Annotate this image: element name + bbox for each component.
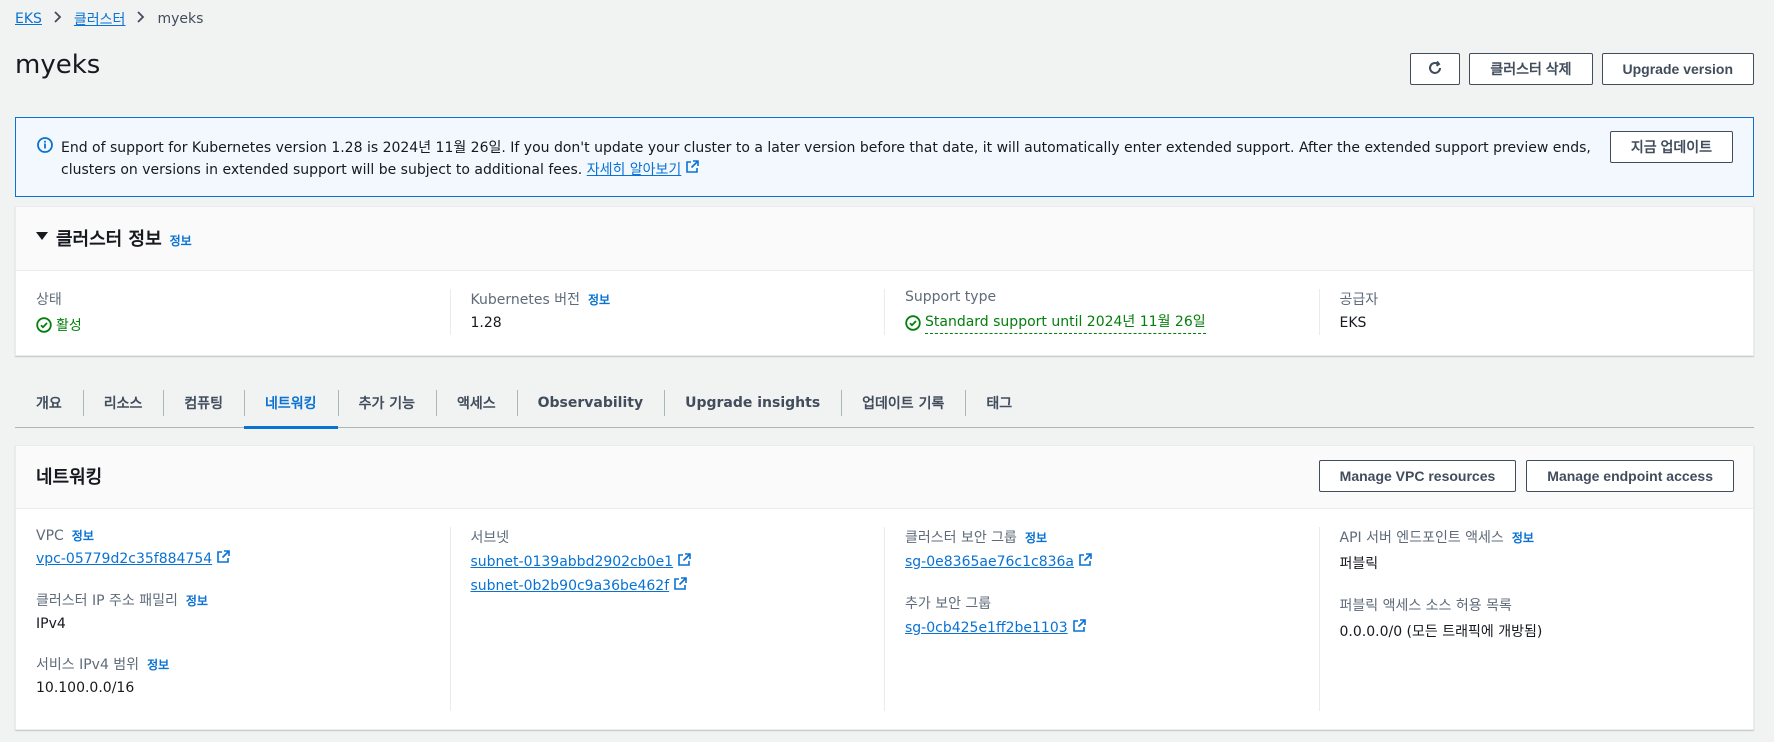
learn-more-link[interactable]: 자세히 알아보기 [587, 162, 682, 178]
service-range-info-link[interactable]: 정보 [147, 658, 169, 672]
service-range-label: 서비스 IPv4 범위 [36, 657, 140, 673]
status-label: 상태 [36, 292, 62, 308]
manage-vpc-button[interactable]: Manage VPC resources [1318, 460, 1517, 492]
tab-compute[interactable]: 컴퓨팅 [163, 378, 244, 428]
tab-overview[interactable]: 개요 [15, 378, 83, 428]
cluster-info-header[interactable]: 클러스터 정보 정보 [16, 207, 1753, 271]
support-type-label: Support type [905, 289, 997, 305]
cluster-sg-link[interactable]: sg-0e8365ae76c1c836a [905, 554, 1074, 570]
api-access-info-link[interactable]: 정보 [1512, 531, 1534, 545]
tab-tags[interactable]: 태그 [965, 378, 1033, 428]
cluster-info-title: 클러스터 정보 정보 [56, 229, 192, 250]
networking-panel: 네트워킹 Manage VPC resources Manage endpoin… [15, 445, 1754, 730]
external-link-icon [1078, 553, 1092, 571]
subnet-link[interactable]: subnet-0b2b90c9a36be462f [471, 578, 670, 594]
vpc-info-link[interactable]: 정보 [72, 529, 94, 543]
provider-value: EKS [1339, 315, 1367, 331]
vpc-link[interactable]: vpc-05779d2c35f884754 [36, 551, 212, 567]
header-actions: 클러스터 삭제 Upgrade version [1410, 53, 1754, 85]
networking-columns: VPC 정보 vpc-05779d2c35f884754 클러스터 IP 주소 패… [16, 527, 1753, 711]
ip-family-value: IPv4 [36, 616, 66, 632]
extra-sg-label: 추가 보안 그룹 [905, 596, 992, 612]
status-value: 활성 [36, 315, 82, 335]
alert-message: End of support for Kubernetes version 1.… [61, 140, 1591, 178]
networking-header: 네트워킹 Manage VPC resources Manage endpoin… [16, 446, 1753, 509]
tab-access[interactable]: 액세스 [435, 378, 517, 428]
tab-resources[interactable]: 리소스 [82, 378, 164, 428]
breadcrumb-current: myeks [157, 11, 204, 27]
ip-family-info-link[interactable]: 정보 [186, 594, 208, 608]
public-source-label: 퍼블릭 액세스 소스 허용 목록 [1339, 598, 1512, 614]
breadcrumb-eks[interactable]: EKS [15, 11, 42, 27]
support-alert: End of support for Kubernetes version 1.… [15, 117, 1754, 197]
tab-bar: 개요 리소스 컴퓨팅 네트워킹 추가 기능 액세스 Observability … [15, 378, 1754, 429]
cluster-info-columns: 상태 활성 Kubernetes 버전 정보 1.28 Support type … [16, 289, 1753, 335]
external-link-icon [685, 159, 700, 181]
refresh-button[interactable] [1410, 53, 1461, 85]
external-link-icon [216, 550, 230, 568]
service-range-value: 10.100.0.0/16 [36, 680, 135, 696]
cluster-sg-label: 클러스터 보안 그룹 [905, 530, 1017, 546]
cluster-info-panel: 클러스터 정보 정보 상태 활성 Kubernetes 버전 정보 1.28 Sup… [15, 206, 1754, 356]
api-access-value: 퍼블릭 [1339, 556, 1379, 572]
subnets-label: 서브넷 [470, 530, 510, 546]
upgrade-version-button[interactable]: Upgrade version [1601, 53, 1754, 85]
check-circle-icon [36, 317, 56, 333]
vpc-label: VPC [36, 528, 64, 544]
tab-networking[interactable]: 네트워킹 [244, 378, 338, 429]
refresh-icon [1427, 60, 1443, 79]
page-title: myeks [15, 50, 101, 80]
tab-upgrade-insights[interactable]: Upgrade insights [664, 378, 841, 428]
subnet-link[interactable]: subnet-0139abbd2902cb0e1 [471, 554, 674, 570]
api-access-label: API 서버 엔드포인트 액세스 [1339, 530, 1504, 546]
alert-text: End of support for Kubernetes version 1.… [61, 137, 1601, 181]
external-link-icon [677, 553, 691, 571]
tab-observability[interactable]: Observability [516, 378, 664, 428]
breadcrumb-clusters[interactable]: 클러스터 [74, 9, 126, 29]
k8s-version-label: Kubernetes 버전 [470, 292, 580, 308]
cluster-sg-info-link[interactable]: 정보 [1025, 531, 1047, 545]
k8s-version-value: 1.28 [470, 315, 502, 331]
k8s-info-link[interactable]: 정보 [588, 293, 610, 307]
extra-sg-link[interactable]: sg-0cb425e1ff2be1103 [905, 620, 1068, 636]
public-source-value: 0.0.0.0/0 (모든 트래픽에 개방됨) [1339, 624, 1543, 640]
networking-actions: Manage VPC resources Manage endpoint acc… [1318, 460, 1734, 492]
breadcrumb: EKS 클러스터 myeks [15, 9, 203, 29]
chevron-right-icon [137, 11, 145, 27]
check-circle-icon [905, 314, 925, 331]
manage-endpoint-button[interactable]: Manage endpoint access [1526, 460, 1734, 492]
delete-cluster-button[interactable]: 클러스터 삭제 [1469, 53, 1593, 85]
tab-update-history[interactable]: 업데이트 기록 [841, 378, 965, 428]
tab-addons[interactable]: 추가 기능 [337, 378, 436, 428]
external-link-icon [1072, 619, 1086, 637]
networking-title: 네트워킹 [36, 467, 103, 488]
info-icon [37, 137, 53, 157]
caret-down-icon[interactable] [36, 232, 48, 240]
update-now-button[interactable]: 지금 업데이트 [1609, 131, 1733, 163]
external-link-icon [673, 577, 687, 595]
cluster-info-info-link[interactable]: 정보 [170, 234, 192, 248]
chevron-right-icon [54, 11, 62, 27]
ip-family-label: 클러스터 IP 주소 패밀리 [36, 593, 178, 609]
support-type-value[interactable]: Standard support until 2024년 11월 26일 [905, 311, 1206, 334]
provider-label: 공급자 [1339, 292, 1379, 308]
